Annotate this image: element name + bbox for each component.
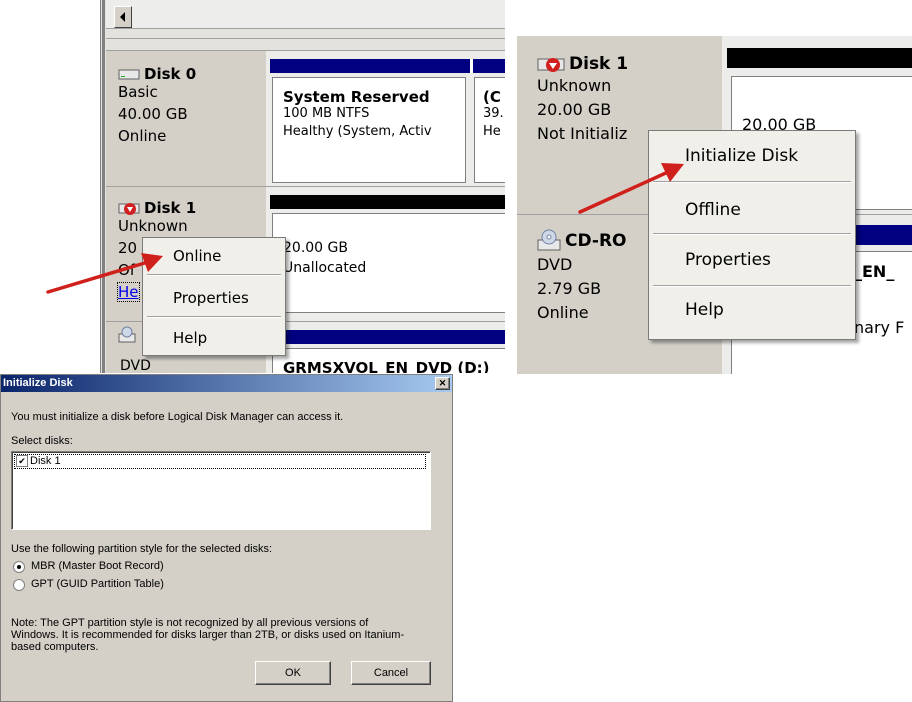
dialog-titlebar[interactable]: Initialize Disk ✕ [1,375,452,392]
system-reserved-name: System Reserved [283,88,430,106]
menu-item-offline[interactable]: Offline [649,195,855,225]
menu-item-properties[interactable]: Properties [649,245,855,275]
gpt-option[interactable]: GPT (GUID Partition Table) [13,578,313,592]
menu-separator [147,316,281,318]
disk0-status: Online [118,127,167,145]
c-partition-name: (C [483,88,501,106]
gpt-label: GPT (GUID Partition Table) [31,578,164,590]
right-disk1-name: Disk 1 [537,52,628,76]
disk0-row[interactable]: Disk 0 Basic 40.00 GB Online System Rese… [106,50,505,186]
disk1-checkbox[interactable]: ✔ [16,455,28,467]
menu-item-online[interactable]: Online [143,244,285,268]
system-reserved-partition[interactable]: System Reserved 100 MB NTFS Healthy (Sys… [272,77,466,183]
ok-button[interactable]: OK [255,661,331,685]
close-icon[interactable]: ✕ [435,377,450,390]
disk1-type: Unknown [118,217,188,235]
c-partition-size: 39. [483,106,504,121]
partition-style-label: Use the following partition style for th… [11,543,273,555]
dialog-intro: You must initialize a disk before Logica… [11,411,344,423]
menu-item-help[interactable]: Help [649,295,855,325]
right-disk-panel: Disk 1 Unknown 20.00 GB Not Initializ 20… [517,36,912,374]
disk-icon [118,69,140,80]
right-unallocated-bar [727,48,912,68]
menu-item-initialize-disk[interactable]: Initialize Disk [649,141,855,171]
disk1-help-link-partial[interactable]: He [117,282,140,302]
right-cdrom-partial-status: nary F [854,318,905,337]
system-reserved-status: Healthy (System, Activ [283,124,432,139]
right-disk1-size: 20.00 GB [537,100,612,119]
dvd-volume[interactable]: GRMSXVOL_EN_DVD (D:) [272,348,505,373]
mbr-label: MBR (Master Boot Record) [31,560,164,572]
menu-item-properties[interactable]: Properties [143,286,285,310]
mbr-option[interactable]: MBR (Master Boot Record) [13,560,313,574]
right-cdrom-info[interactable]: CD-RO DVD 2.79 GB Online [537,229,627,325]
scroll-left-arrow-icon[interactable] [114,6,132,28]
menu-separator [653,181,851,183]
mbr-radio[interactable] [13,561,25,573]
disk1-context-menu: Online Properties Help [142,237,286,356]
unknown-disk-icon [537,58,565,72]
dvd-volume-label: GRMSXVOL_EN_DVD (D:) [283,359,490,373]
right-cdrom-status: Online [537,303,589,322]
unknown-disk-icon [118,203,140,215]
dialog-title: Initialize Disk [3,377,73,389]
cdrom-icon [537,229,561,251]
system-reserved-fs: 100 MB NTFS [283,106,370,121]
menu-separator [147,274,281,276]
right-disk1-info[interactable]: Disk 1 Unknown 20.00 GB Not Initializ [537,52,628,146]
disk-list-item-label: Disk 1 [30,455,61,467]
cdrom-icon [118,326,136,343]
divider-line [106,38,505,39]
panel-left-border-2 [102,0,105,373]
right-disk1-status: Not Initializ [537,124,628,143]
unallocated-label: Unallocated [283,260,367,276]
right-disk1-context-menu: Initialize Disk Offline Properties Help [648,130,856,340]
gpt-radio[interactable] [13,579,25,591]
dvd-type: DVD [120,358,151,373]
right-cdrom-name: CD-RO [537,229,627,253]
right-disk1-type: Unknown [537,76,612,95]
panel-left-border [92,0,101,373]
c-partition[interactable]: (C 39. He [474,77,505,183]
unallocated-bar [270,195,505,209]
menu-item-help[interactable]: Help [143,326,285,350]
cancel-button[interactable]: Cancel [351,661,431,685]
menu-separator [653,285,851,287]
disk0-info[interactable]: Disk 0 Basic 40.00 GB Online [118,63,196,147]
disk0-size: 40.00 GB [118,105,188,123]
disk-list[interactable]: ✔ Disk 1 [11,451,431,530]
dvd-bar [270,330,505,344]
right-cdrom-partial-label: _EN_ [854,262,895,281]
disk-list-item[interactable]: ✔ Disk 1 [14,454,426,469]
right-cdrom-size: 2.79 GB [537,279,602,298]
menu-separator [653,233,851,235]
unallocated-size: 20.00 GB [283,240,348,256]
initialize-disk-dialog: Initialize Disk ✕ You must initialize a … [0,374,453,702]
select-disks-label: Select disks: [11,435,73,447]
right-cdrom-type: DVD [537,255,573,274]
c-partition-status: He [483,124,501,139]
horizontal-scrollbar[interactable] [106,0,505,29]
left-disk-panel: Disk 0 Basic 40.00 GB Online System Rese… [92,0,505,373]
gpt-note: Note: The GPT partition style is not rec… [11,617,405,653]
unallocated-space[interactable]: 20.00 GB Unallocated [272,213,505,313]
